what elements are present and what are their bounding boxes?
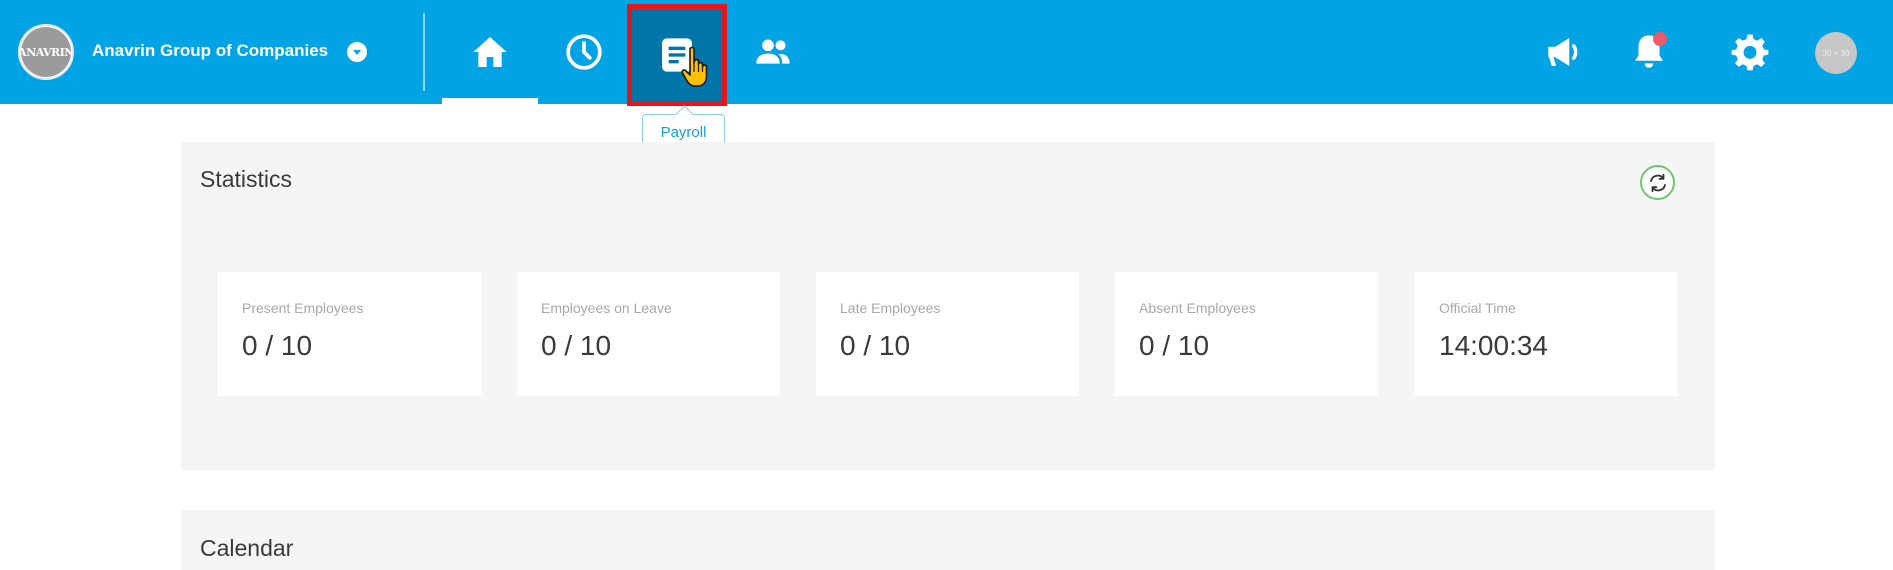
hand-pointer-icon — [681, 46, 708, 87]
company-logo[interactable]: ANAVRIN — [18, 24, 74, 80]
user-avatar[interactable]: 30 × 30 — [1815, 32, 1857, 74]
active-tab-indicator — [442, 98, 538, 104]
announcements-button[interactable] — [1540, 28, 1588, 76]
card-value: 0 / 10 — [242, 330, 313, 361]
card-label: Official Time — [1439, 300, 1516, 316]
clock-icon — [566, 34, 602, 70]
official-time-card: Official Time 14:00:34 — [1415, 272, 1677, 396]
refresh-icon — [1649, 173, 1666, 192]
card-value: 0 / 10 — [1139, 330, 1210, 361]
card-value: 0 / 10 — [541, 330, 612, 361]
home-icon — [473, 37, 507, 67]
late-employees-card: Late Employees 0 / 10 — [816, 272, 1079, 396]
company-dropdown-icon[interactable] — [347, 42, 367, 62]
nav-employees-button[interactable] — [725, 0, 821, 104]
notifications-button[interactable] — [1625, 28, 1673, 76]
nav-divider — [423, 13, 425, 91]
company-logo-text: ANAVRIN — [20, 27, 72, 77]
notification-dot — [1653, 32, 1667, 46]
nav-home-button[interactable] — [442, 0, 538, 104]
people-icon — [756, 39, 790, 64]
nav-attendance-button[interactable] — [536, 0, 632, 104]
settings-button[interactable] — [1726, 28, 1774, 76]
calendar-title: Calendar — [200, 535, 294, 561]
card-label: Present Employees — [242, 300, 364, 316]
top-navigation-bar: ANAVRIN Anavrin Group of Companies 30 × … — [0, 0, 1893, 106]
absent-employees-card: Absent Employees 0 / 10 — [1115, 272, 1378, 396]
calendar-panel: Calendar — [181, 510, 1715, 570]
card-value: 14:00:34 — [1439, 330, 1548, 361]
card-label: Absent Employees — [1139, 300, 1256, 316]
company-name[interactable]: Anavrin Group of Companies — [92, 41, 328, 61]
statistics-panel: Statistics Present Employees 0 / 10 Empl… — [181, 142, 1715, 470]
card-label: Employees on Leave — [541, 300, 672, 316]
present-employees-card: Present Employees 0 / 10 — [218, 272, 481, 396]
refresh-button[interactable] — [1640, 165, 1675, 200]
megaphone-icon — [1548, 38, 1578, 66]
card-value: 0 / 10 — [840, 330, 911, 361]
card-label: Late Employees — [840, 300, 941, 316]
statistics-title: Statistics — [200, 166, 293, 192]
gear-icon — [1731, 34, 1769, 71]
employees-on-leave-card: Employees on Leave 0 / 10 — [517, 272, 780, 396]
